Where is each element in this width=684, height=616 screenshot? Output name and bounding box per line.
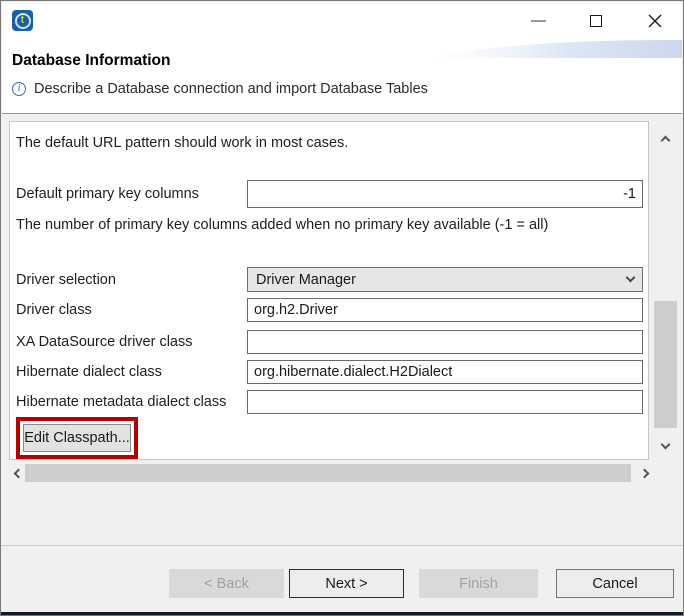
horizontal-scrollbar[interactable] [9,463,653,483]
driver-selection-select[interactable]: Driver Manager [247,267,643,292]
driver-class-input[interactable] [247,298,643,322]
app-icon-ring: t [15,13,31,29]
hibernate-dialect-row: Hibernate dialect class [16,360,643,384]
wizard-dialog-window: t Database Information i Describe a Data… [0,0,684,616]
hibernate-dialect-label: Hibernate dialect class [16,364,247,380]
chevron-up-icon [661,135,671,145]
banner-decoration-swoosh [428,38,682,60]
primary-key-row: Default primary key columns [16,180,643,208]
content-panel: The default URL pattern should work in m… [9,121,649,460]
scroll-up-button[interactable] [652,128,679,152]
chevron-right-icon [639,468,649,478]
finish-button[interactable]: Finish [419,569,538,598]
primary-key-label: Default primary key columns [16,186,247,202]
close-button[interactable] [632,2,678,40]
driver-class-label: Driver class [16,302,247,318]
scroll-down-button[interactable] [652,434,679,458]
scroll-right-button[interactable] [635,463,653,483]
back-button[interactable]: < Back [169,569,284,598]
edit-classpath-button[interactable]: Edit Classpath... [23,424,131,452]
hibernate-dialect-input[interactable] [247,360,643,384]
driver-selection-row: Driver selection Driver Manager [16,267,643,292]
maximize-icon [590,15,602,27]
vertical-scrollbar-thumb[interactable] [654,301,677,428]
app-icon-letter: t [21,15,25,26]
page-title: Database Information [12,52,170,70]
minimize-icon [531,20,546,22]
xa-datasource-input[interactable] [247,330,643,354]
hibernate-metadata-input[interactable] [247,390,643,414]
hibernate-metadata-label: Hibernate metadata dialect class [16,394,247,410]
footer-separator [1,545,683,546]
driver-selection-label: Driver selection [16,272,247,288]
cancel-button[interactable]: Cancel [556,569,674,598]
next-button[interactable]: Next > [289,569,404,598]
primary-key-help: The number of primary key columns added … [16,217,548,233]
info-icon: i [12,82,26,96]
vertical-scrollbar[interactable] [652,122,679,460]
driver-class-row: Driver class [16,298,643,322]
annotation-highlight-box: Edit Classpath... [16,417,138,459]
chevron-down-icon [626,273,636,283]
driver-selection-value: Driver Manager [256,272,627,288]
chevron-down-icon [661,439,671,449]
info-row: i Describe a Database connection and imp… [12,81,428,97]
page-description: Describe a Database connection and impor… [34,81,428,97]
xa-datasource-label: XA DataSource driver class [16,334,247,350]
app-icon: t [12,10,33,31]
xa-datasource-row: XA DataSource driver class [16,329,643,354]
close-icon [648,14,662,28]
minimize-button[interactable] [515,2,561,40]
url-pattern-note: The default URL pattern should work in m… [16,135,348,151]
horizontal-scrollbar-thumb[interactable] [25,464,631,482]
wizard-banner: t Database Information i Describe a Data… [2,2,682,114]
maximize-button[interactable] [573,2,619,40]
hibernate-metadata-row: Hibernate metadata dialect class [16,390,643,414]
window-bottom-border [1,612,683,615]
chevron-left-icon [13,468,23,478]
primary-key-input[interactable] [247,180,643,208]
